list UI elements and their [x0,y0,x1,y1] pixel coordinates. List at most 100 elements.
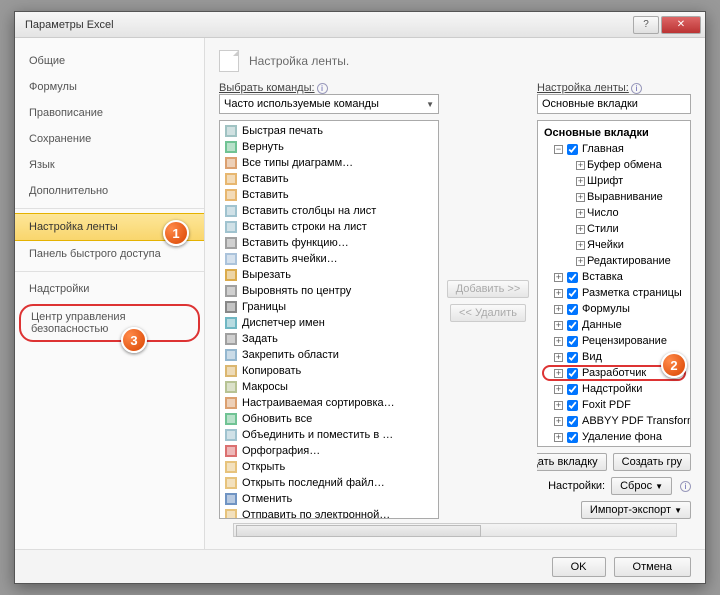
command-item[interactable]: Выровнять по центру [220,283,438,299]
expand-toggle[interactable]: + [554,337,563,346]
tab-checkbox[interactable] [567,288,578,299]
tree-group-node[interactable]: +Буфер обмена [540,157,688,173]
command-item[interactable]: Вырезать [220,267,438,283]
tree-group-node[interactable]: +Редактирование [540,253,688,269]
expand-toggle[interactable]: + [576,177,585,186]
command-item[interactable]: Границы [220,299,438,315]
expand-toggle[interactable]: + [554,321,563,330]
tree-group-node[interactable]: +Стили [540,221,688,237]
command-item[interactable]: Вставить ячейки… [220,251,438,267]
info-icon[interactable]: i [317,83,328,94]
tab-checkbox[interactable] [567,320,578,331]
command-item[interactable]: Копировать [220,363,438,379]
expand-toggle[interactable]: + [576,241,585,250]
command-item[interactable]: Отменить [220,491,438,507]
command-item[interactable]: Вернуть [220,139,438,155]
expand-toggle[interactable]: + [554,369,563,378]
command-item[interactable]: Закрепить области [220,347,438,363]
expand-toggle[interactable]: + [554,305,563,314]
expand-toggle[interactable]: + [554,401,563,410]
sidebar-item[interactable]: Язык [15,152,204,178]
tree-group-node[interactable]: +Число [540,205,688,221]
tree-tab-node[interactable]: +Разметка страницы [540,285,688,301]
command-item[interactable]: Быстрая печать [220,123,438,139]
sidebar-item[interactable]: Общие [15,48,204,74]
command-item[interactable]: Настраиваемая сортировка… [220,395,438,411]
expand-toggle[interactable]: + [554,353,563,362]
add-button[interactable]: Добавить >> [447,280,530,298]
commands-combo[interactable]: Часто используемые команды ▼ [219,94,439,114]
command-item[interactable]: Диспетчер имен [220,315,438,331]
command-item[interactable]: Вставить столбцы на лист [220,203,438,219]
horizontal-scrollbar[interactable] [233,523,677,537]
command-item[interactable]: Задать [220,331,438,347]
dialog-footer: OK Отмена [15,549,705,583]
tab-checkbox[interactable] [567,416,578,427]
tree-tab-node[interactable]: +ABBYY PDF Transformer+ [540,413,688,429]
command-item[interactable]: Обновить все [220,411,438,427]
tree-group-node[interactable]: +Выравнивание [540,189,688,205]
expand-toggle[interactable]: + [576,225,585,234]
commands-list[interactable]: Быстрая печатьВернутьВсе типы диаграмм…В… [219,120,439,519]
close-button[interactable]: ✕ [661,16,701,34]
new-tab-button[interactable]: Создать вкладку [537,453,607,471]
command-item[interactable]: Орфография… [220,443,438,459]
sidebar-item[interactable]: Центр управления безопасностью [19,304,200,342]
tab-checkbox[interactable] [567,384,578,395]
tree-group-node[interactable]: +Ячейки [540,237,688,253]
tree-group-node[interactable]: +Шрифт [540,173,688,189]
expand-toggle[interactable]: + [554,273,563,282]
expand-toggle[interactable]: + [576,257,585,266]
expand-toggle[interactable]: + [576,161,585,170]
tree-tab-node[interactable]: +Надстройки [540,381,688,397]
import-export-button[interactable]: Импорт-экспорт▼ [581,501,691,519]
expand-toggle[interactable]: + [554,433,563,442]
tree-tab-node[interactable]: +Удаление фона [540,429,688,445]
expand-toggle[interactable]: + [554,385,563,394]
expand-toggle[interactable]: + [576,209,585,218]
info-icon[interactable]: i [680,481,691,492]
tree-tab-node[interactable]: +Данные [540,317,688,333]
sidebar-item[interactable]: Формулы [15,74,204,100]
tree-tab-node[interactable]: +Вставка [540,269,688,285]
command-item[interactable]: Объединить и поместить в … [220,427,438,443]
command-item[interactable]: Вставить [220,187,438,203]
command-item[interactable]: Все типы диаграмм… [220,155,438,171]
tab-checkbox[interactable] [567,304,578,315]
expand-toggle[interactable]: + [554,417,563,426]
tab-checkbox[interactable] [567,368,578,379]
tab-checkbox[interactable] [567,400,578,411]
sidebar-item[interactable]: Правописание [15,100,204,126]
command-item[interactable]: Вставить [220,171,438,187]
expand-toggle[interactable]: + [576,193,585,202]
command-item[interactable]: Отправить по электронной… [220,507,438,519]
ribbon-combo[interactable]: Основные вкладки [537,94,691,114]
tab-checkbox[interactable] [567,432,578,443]
tab-checkbox[interactable] [567,336,578,347]
cancel-button[interactable]: Отмена [614,557,691,577]
tree-tab-node[interactable]: +Рецензирование [540,333,688,349]
help-button[interactable]: ? [633,16,659,34]
command-item[interactable]: Вставить строки на лист [220,219,438,235]
info-icon[interactable]: i [631,83,642,94]
command-item[interactable]: Открыть последний файл… [220,475,438,491]
expand-toggle[interactable]: − [554,145,563,154]
reset-button[interactable]: Сброс▼ [611,477,672,495]
tree-tab-node[interactable]: +Формулы [540,301,688,317]
tab-checkbox[interactable] [567,352,578,363]
command-item[interactable]: Макросы [220,379,438,395]
new-group-button[interactable]: Создать гру [613,453,691,471]
tree-tab-node[interactable]: +Foxit PDF [540,397,688,413]
command-item[interactable]: Вставить функцию… [220,235,438,251]
ribbon-tree[interactable]: Основные вкладки −Главная+Буфер обмена+Ш… [537,120,691,447]
ok-button[interactable]: OK [552,557,606,577]
tab-checkbox[interactable] [567,144,578,155]
tab-checkbox[interactable] [567,272,578,283]
expand-toggle[interactable]: + [554,289,563,298]
sidebar-item[interactable]: Надстройки [15,276,204,302]
command-item[interactable]: Открыть [220,459,438,475]
sidebar-item[interactable]: Сохранение [15,126,204,152]
remove-button[interactable]: << Удалить [450,304,526,322]
tree-tab-node[interactable]: −Главная [540,141,688,157]
sidebar-item[interactable]: Дополнительно [15,178,204,204]
